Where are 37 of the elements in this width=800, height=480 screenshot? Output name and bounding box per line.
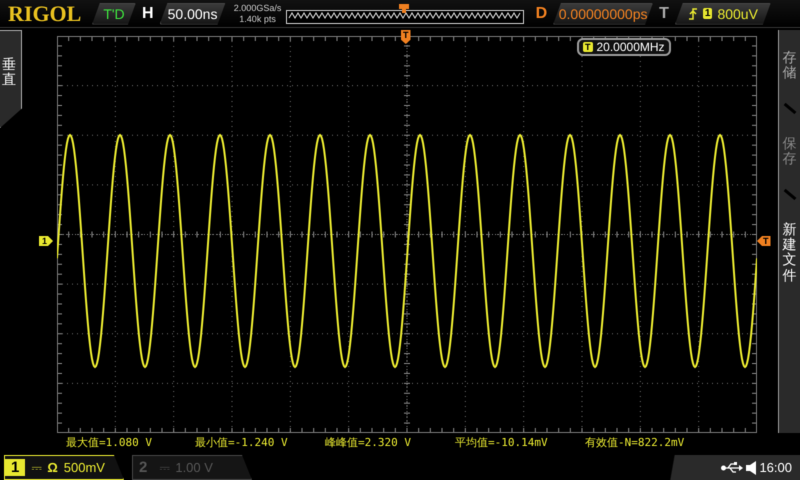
coupling-symbol: ⎓	[31, 460, 42, 476]
trigger-level-marker[interactable]: T	[757, 236, 770, 246]
brand-logo: RIGOL	[8, 0, 82, 26]
delay-readout[interactable]: 0.00000000ps	[553, 2, 654, 24]
speaker-icon[interactable]	[746, 460, 756, 474]
trigger-badge: T	[583, 42, 592, 52]
measurement-readout: 平均值=-10.14mV	[455, 435, 549, 450]
trigger-position-marker[interactable]: T	[401, 30, 410, 44]
memory-depth: 1.40k pts	[239, 14, 276, 24]
menu-title: 存储	[782, 50, 796, 81]
channel-button[interactable]: 1 ⎓ Ω 500mV	[4, 455, 124, 480]
frequency-value: 20.0000MHz	[596, 40, 665, 54]
delay-label: D	[536, 4, 548, 22]
impedance-symbol: Ω	[47, 460, 58, 475]
trigger-level: 800uV	[717, 6, 758, 22]
channel-number: 2	[138, 459, 148, 476]
trigger-source: 1	[702, 8, 712, 19]
channel-scale: 500mV	[64, 460, 105, 475]
measurement-readout: 峰峰值=2.320 V	[325, 435, 412, 450]
timebase-readout[interactable]: 50.00ns	[160, 2, 226, 24]
rising-edge-icon	[688, 6, 698, 20]
trigger-label: T	[659, 4, 669, 22]
measurement-readout: 最小值=-1.240 V	[195, 435, 289, 450]
channel-number: 1	[5, 459, 26, 476]
vertical-menu-tab[interactable]: 垂直	[0, 30, 22, 128]
sample-rate: 2.000GSa/s	[234, 2, 282, 14]
menu-item[interactable]: 新建文件	[782, 222, 796, 284]
measurement-readout: 最大值=1.080 V	[66, 435, 153, 450]
coupling-symbol: ⎓	[159, 460, 170, 476]
channel-offset-marker[interactable]: 1	[39, 236, 54, 246]
usb-icon	[721, 462, 744, 474]
run-status[interactable]: T'D	[92, 2, 136, 24]
trigger-readout[interactable]: 1 800uV	[674, 2, 771, 24]
horizontal-label: H	[142, 4, 154, 22]
clock-time: 16:00	[759, 460, 792, 475]
channel-scale: 1.00 V	[175, 460, 213, 475]
measurement-readout: 有效值-N=822.2mV	[585, 435, 684, 450]
